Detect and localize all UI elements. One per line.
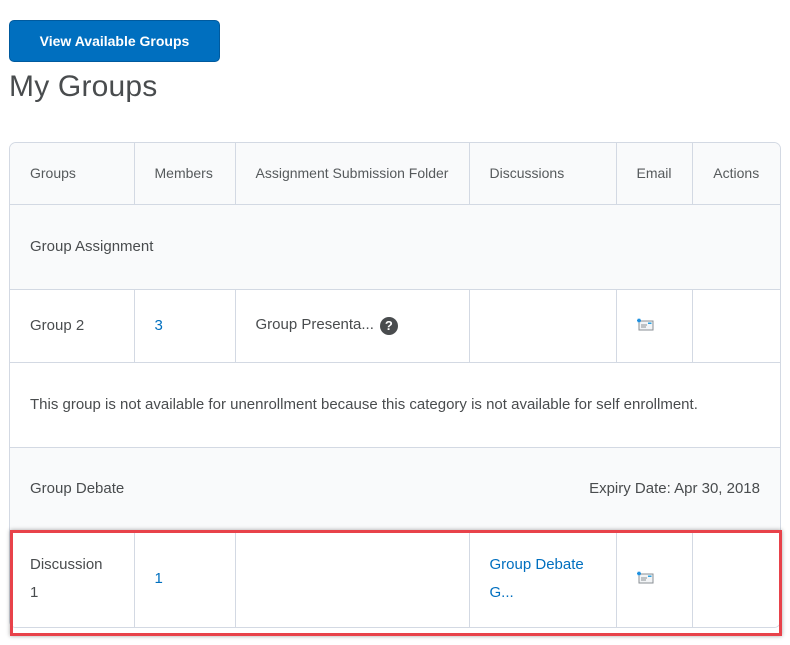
category-name: Group Assignment: [30, 238, 154, 255]
email-cell: [616, 289, 693, 363]
help-icon[interactable]: ?: [379, 316, 398, 335]
table-row: Group 2 3 Group Presenta...?: [10, 289, 780, 363]
assignment-folder-name: Group Presenta...: [255, 316, 374, 334]
members-link[interactable]: 1: [155, 570, 163, 587]
email-cell: [616, 530, 693, 627]
header-discussions: Discussions: [469, 143, 617, 205]
group-name: Group 2: [10, 289, 135, 363]
members-link[interactable]: 3: [155, 317, 163, 334]
page-title: My Groups: [9, 70, 158, 103]
category-name: Group Debate: [30, 480, 125, 497]
table-row: Discussion 1 1 Group Debate G...: [10, 530, 780, 627]
header-groups: Groups: [10, 143, 135, 205]
discussion-link[interactable]: Group Debate G...: [490, 556, 584, 601]
assignment-folder-cell: [235, 530, 470, 627]
header-members: Members: [134, 143, 236, 205]
category-row: Group Debate Expiry Date: Apr 30, 2018: [10, 447, 780, 531]
assignment-folder-cell: Group Presenta...?: [235, 289, 470, 363]
category-cell: Group Assignment: [10, 204, 780, 290]
notice-row: This group is not available for unenroll…: [10, 362, 780, 448]
email-icon[interactable]: [636, 571, 653, 584]
members-cell: 3: [134, 289, 236, 363]
email-icon[interactable]: [636, 318, 653, 331]
groups-table: Groups Members Assignment Submission Fol…: [10, 143, 780, 627]
group-name: Discussion 1: [10, 530, 135, 627]
category-cell: Group Debate Expiry Date: Apr 30, 2018: [10, 447, 780, 531]
groups-table-container: Groups Members Assignment Submission Fol…: [9, 142, 781, 628]
view-available-groups-button[interactable]: View Available Groups: [9, 20, 220, 62]
header-assignment-folder: Assignment Submission Folder: [235, 143, 470, 205]
expiry-date: Expiry Date: Apr 30, 2018: [589, 480, 760, 497]
page: View Available Groups My Groups Groups M…: [0, 0, 790, 645]
table-header-row: Groups Members Assignment Submission Fol…: [10, 143, 780, 205]
actions-cell: [692, 530, 780, 627]
members-cell: 1: [134, 530, 236, 627]
header-actions: Actions: [692, 143, 780, 205]
unenrollment-notice: This group is not available for unenroll…: [10, 362, 780, 448]
category-row: Group Assignment: [10, 204, 780, 290]
discussions-cell: [469, 289, 617, 363]
header-email: Email: [616, 143, 693, 205]
actions-cell: [692, 289, 780, 363]
discussions-cell: Group Debate G...: [469, 530, 617, 627]
